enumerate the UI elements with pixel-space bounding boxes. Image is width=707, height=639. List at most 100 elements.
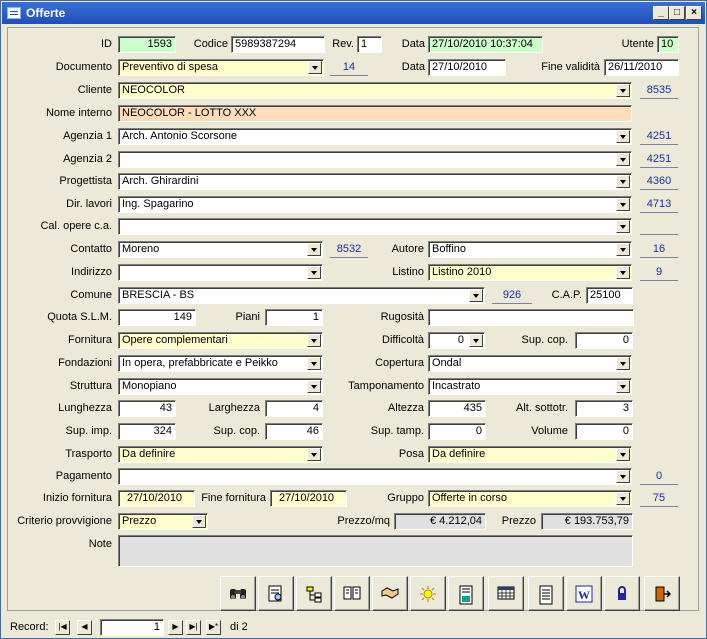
criterio-select[interactable]: Prezzo — [118, 513, 208, 530]
lock-button[interactable] — [604, 576, 640, 611]
trasporto-select[interactable]: Da definire — [118, 446, 323, 463]
agenzia1-code[interactable]: 4251 — [640, 128, 678, 145]
posa-select[interactable]: Da definire — [428, 446, 632, 463]
report-button[interactable] — [448, 576, 484, 611]
dir-lavori-select[interactable]: Ing. Spagarino — [118, 196, 632, 213]
chevron-down-icon[interactable] — [307, 243, 321, 256]
prev-record-button[interactable]: ◀ — [77, 620, 92, 635]
copertura-select[interactable]: Ondal — [428, 355, 632, 372]
utente-field[interactable]: 10 — [657, 36, 679, 53]
gruppo-select[interactable]: Offerte in corso — [428, 490, 632, 507]
cal-opere-code[interactable] — [640, 218, 678, 235]
dir-lavori-code[interactable]: 4713 — [640, 196, 678, 213]
chevron-down-icon[interactable] — [616, 130, 630, 143]
new-record-button[interactable]: ▶* — [206, 620, 221, 635]
documento-select[interactable]: Preventivo di spesa — [118, 59, 324, 76]
listino-select[interactable]: Listino 2010 — [428, 264, 632, 281]
document-button[interactable] — [528, 576, 564, 611]
rev-field[interactable]: 1 — [357, 36, 382, 53]
agenzia2-code[interactable]: 4251 — [640, 151, 678, 168]
handshake-button[interactable] — [372, 576, 408, 611]
chevron-down-icon[interactable] — [616, 198, 630, 211]
sun-button[interactable] — [410, 576, 446, 611]
autore-code[interactable]: 16 — [640, 241, 678, 258]
progettista-code[interactable]: 4360 — [640, 173, 678, 190]
larghezza-field[interactable]: 4 — [265, 400, 323, 417]
next-record-button[interactable]: ▶ — [168, 620, 183, 635]
data2-field[interactable]: 27/10/2010 — [428, 59, 506, 76]
chevron-down-icon[interactable] — [307, 334, 321, 347]
id-field[interactable]: 1593 — [118, 36, 176, 53]
gruppo-code[interactable]: 75 — [640, 490, 678, 507]
listino-code[interactable]: 9 — [640, 264, 678, 281]
maximize-button[interactable]: □ — [669, 6, 685, 20]
codice-field[interactable]: 5989387294 — [231, 36, 325, 53]
difficolta-select[interactable]: 0 — [428, 332, 485, 349]
chevron-down-icon[interactable] — [469, 334, 483, 347]
alt-sottotr-field[interactable]: 3 — [575, 400, 633, 417]
chevron-down-icon[interactable] — [616, 220, 630, 233]
chevron-down-icon[interactable] — [616, 175, 630, 188]
chevron-down-icon[interactable] — [469, 289, 483, 302]
chevron-down-icon[interactable] — [616, 448, 630, 461]
nome-interno-field[interactable]: NEOCOLOR - LOTTO XXX — [118, 105, 632, 122]
chevron-down-icon[interactable] — [307, 448, 321, 461]
pagamento-select[interactable] — [118, 468, 632, 485]
record-number-field[interactable]: 1 — [100, 619, 164, 636]
last-record-button[interactable]: ▶| — [186, 620, 201, 635]
lunghezza-field[interactable]: 43 — [118, 400, 176, 417]
search-button[interactable] — [220, 576, 256, 611]
sup-tamp-field[interactable]: 0 — [428, 423, 486, 440]
chevron-down-icon[interactable] — [307, 380, 321, 393]
quota-field[interactable]: 149 — [118, 309, 196, 326]
minimize-button[interactable]: _ — [653, 6, 669, 20]
tree-button[interactable] — [296, 576, 332, 611]
chevron-down-icon[interactable] — [616, 153, 630, 166]
pagamento-code[interactable]: 0 — [640, 468, 678, 485]
chevron-down-icon[interactable] — [616, 380, 630, 393]
word-button[interactable]: W — [566, 576, 602, 611]
documento-code[interactable]: 14 — [330, 59, 368, 76]
supcop1-field[interactable]: 0 — [575, 332, 633, 349]
comune-select[interactable]: BRESCIA - BS — [118, 287, 485, 304]
chevron-down-icon[interactable] — [616, 357, 630, 370]
tamponamento-select[interactable]: Incastrato — [428, 378, 632, 395]
sup-imp-field[interactable]: 324 — [118, 423, 176, 440]
indirizzo-select[interactable] — [118, 264, 323, 281]
fornitura-select[interactable]: Opere complementari — [118, 332, 323, 349]
contatto-code[interactable]: 8532 — [330, 241, 368, 258]
cap-field[interactable]: 25100 — [586, 287, 633, 304]
cliente-select[interactable]: NEOCOLOR — [118, 82, 632, 99]
chevron-down-icon[interactable] — [616, 470, 630, 483]
data-field[interactable]: 27/10/2010 10:37:04 — [428, 36, 543, 53]
book-button[interactable] — [334, 576, 370, 611]
supcop2-field[interactable]: 46 — [265, 423, 323, 440]
chevron-down-icon[interactable] — [616, 243, 630, 256]
contatto-select[interactable]: Moreno — [118, 241, 323, 258]
fondazioni-select[interactable]: In opera, prefabbricate e Peikko — [118, 355, 323, 372]
altezza-field[interactable]: 435 — [428, 400, 486, 417]
chevron-down-icon[interactable] — [616, 84, 630, 97]
agenzia1-select[interactable]: Arch. Antonio Scorsone — [118, 128, 632, 145]
chevron-down-icon[interactable] — [308, 61, 322, 74]
preview-button[interactable] — [258, 576, 294, 611]
fine-fornitura-field[interactable]: 27/10/2010 — [270, 490, 347, 507]
struttura-select[interactable]: Monopiano — [118, 378, 323, 395]
chevron-down-icon[interactable] — [616, 492, 630, 505]
inizio-fornitura-field[interactable]: 27/10/2010 — [118, 490, 195, 507]
comune-code[interactable]: 926 — [492, 287, 532, 304]
calendar-button[interactable] — [488, 576, 524, 611]
volume-field[interactable]: 0 — [575, 423, 633, 440]
rugosita-field[interactable] — [428, 309, 634, 326]
agenzia2-select[interactable] — [118, 151, 632, 168]
chevron-down-icon[interactable] — [307, 266, 321, 279]
chevron-down-icon[interactable] — [307, 357, 321, 370]
progettista-select[interactable]: Arch. Ghirardini — [118, 173, 632, 190]
note-field[interactable] — [118, 535, 633, 567]
autore-select[interactable]: Boffino — [428, 241, 632, 258]
first-record-button[interactable]: |◀ — [55, 620, 70, 635]
piani-field[interactable]: 1 — [265, 309, 323, 326]
cal-opere-select[interactable] — [118, 218, 632, 235]
chevron-down-icon[interactable] — [192, 515, 206, 528]
cliente-code[interactable]: 8535 — [640, 82, 678, 99]
